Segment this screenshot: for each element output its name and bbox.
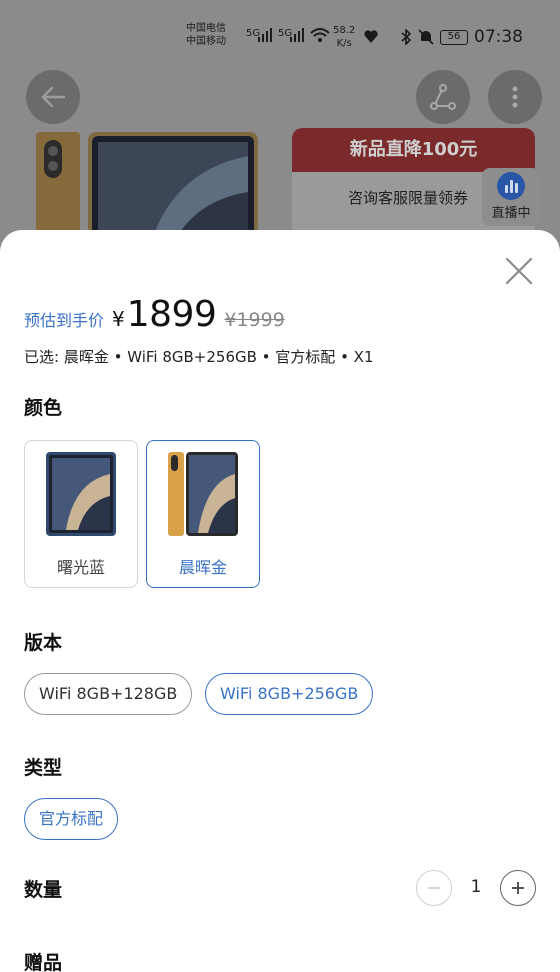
more-vertical-icon: [512, 86, 518, 108]
share-icon: [430, 84, 456, 110]
minus-icon: [428, 887, 440, 889]
carrier-2: 中国移动: [186, 36, 226, 47]
color-section-title: 颜色: [24, 397, 63, 419]
currency-symbol: ¥: [112, 307, 125, 331]
background-page: 中国电信 中国移动 5G 5G 58.2 K/s 56 07:38 新品直降10…: [0, 0, 560, 260]
color-option-blue[interactable]: 曙光蓝: [24, 440, 138, 588]
back-button[interactable]: [26, 70, 80, 124]
heart-shield-icon: [364, 30, 378, 43]
mute-bell-icon: [418, 29, 434, 45]
close-icon: [505, 257, 533, 285]
signal-2-icon: [290, 28, 304, 42]
wifi-icon: [310, 28, 330, 42]
color-option-label: 曙光蓝: [56, 558, 105, 577]
speed-unit: K/s: [336, 38, 352, 49]
selected-summary: 已选: 晨晖金 • WiFi 8GB+256GB • 官方标配 • X1: [24, 348, 374, 366]
speed-value: 58.2: [333, 25, 356, 36]
estimated-price-label: 预估到手价: [24, 311, 105, 330]
network-speed: 58.2 K/s: [333, 24, 355, 50]
close-button[interactable]: [502, 254, 536, 288]
signal-1-icon: [258, 28, 272, 42]
type-section-title: 类型: [24, 757, 63, 779]
battery-indicator: 56: [440, 30, 468, 45]
carrier-1: 中国电信: [186, 23, 226, 34]
clock: 07:38: [474, 27, 523, 47]
version-section-title: 版本: [24, 632, 63, 654]
live-bars-icon: [497, 172, 525, 200]
gift-section-title: 赠品: [24, 952, 63, 972]
promo-banner: 新品直降100元: [292, 128, 535, 172]
live-badge[interactable]: 直播中: [482, 168, 540, 226]
quantity-value: 1: [470, 877, 482, 897]
current-price: 1899: [126, 294, 217, 335]
status-bar: 中国电信 中国移动 5G 5G 58.2 K/s 56 07:38: [0, 0, 560, 70]
version-option-128gb[interactable]: WiFi 8GB+128GB: [24, 673, 193, 715]
color-option-gold[interactable]: 晨晖金: [146, 440, 260, 588]
sku-selector-sheet: 预估到手价 ¥ 1899 ¥1999 已选: 晨晖金 • WiFi 8GB+25…: [0, 230, 560, 972]
quantity-decrease-button[interactable]: [416, 870, 452, 906]
more-options-button[interactable]: [488, 70, 542, 124]
original-price: ¥1999: [224, 309, 285, 331]
color-option-label: 晨晖金: [178, 558, 227, 577]
quantity-section-title: 数量: [24, 879, 63, 901]
arrow-left-icon: [41, 86, 66, 108]
price-row: 预估到手价 ¥ 1899 ¥1999: [24, 294, 285, 335]
bluetooth-icon: [401, 29, 412, 45]
carrier-names: 中国电信 中国移动: [186, 22, 226, 48]
quantity-increase-button[interactable]: [500, 870, 536, 906]
tablet-thumbnail-gold: [168, 452, 238, 536]
tablet-thumbnail-blue: [46, 452, 116, 536]
version-option-256gb[interactable]: WiFi 8GB+256GB: [205, 673, 374, 715]
live-label: 直播中: [491, 206, 531, 221]
type-option-standard[interactable]: 官方标配: [24, 798, 119, 840]
share-button[interactable]: [416, 70, 470, 124]
plus-icon: [512, 882, 524, 894]
